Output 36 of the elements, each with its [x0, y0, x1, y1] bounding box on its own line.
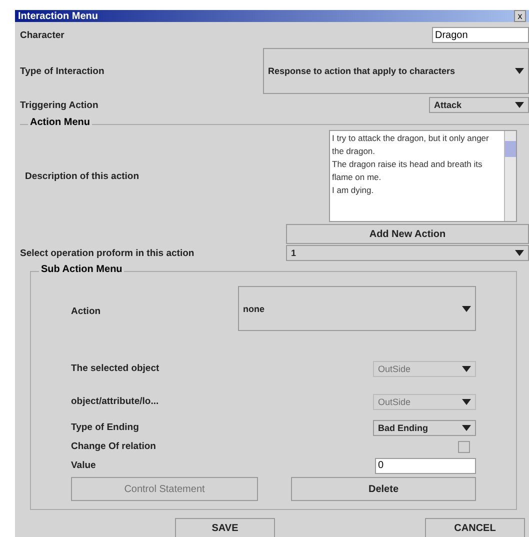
caret-icon — [462, 306, 471, 312]
character-field[interactable]: Dragon — [432, 27, 529, 43]
group-title: Sub Action Menu — [39, 264, 124, 275]
group-title: Action Menu — [28, 117, 92, 128]
action-button[interactable]: Delete — [291, 477, 476, 501]
action-dropdown[interactable]: none — [238, 286, 476, 331]
value-field[interactable]: 0 — [375, 458, 476, 474]
field-label: Type of Ending — [71, 422, 139, 433]
interaction-type-dropdown[interactable]: Response to action that apply to characters — [263, 48, 529, 94]
field-label: Description of this action — [25, 170, 140, 182]
field-label: object/attribute/lo... — [71, 396, 159, 407]
field-label: Type of Interaction — [20, 66, 104, 76]
dropdown[interactable]: Bad Ending — [373, 420, 476, 436]
window-title: Interaction Menu — [18, 10, 98, 22]
caret-icon — [462, 424, 471, 430]
caret-icon — [515, 250, 524, 256]
field-label: Character — [20, 30, 64, 40]
checkbox[interactable] — [458, 440, 470, 452]
field-label: Value — [71, 460, 96, 471]
save-button[interactable]: SAVE — [175, 518, 275, 537]
caret-icon — [462, 366, 471, 372]
caret-icon — [515, 68, 524, 74]
caret-icon — [515, 102, 524, 108]
close-button[interactable]: x — [514, 10, 526, 22]
operation-dropdown[interactable]: 1 — [286, 245, 529, 261]
field-label: Change Of relation — [71, 441, 156, 452]
field-label: Action — [71, 306, 101, 317]
triggering-action-dropdown[interactable]: Attack — [429, 97, 529, 113]
field-label: Select operation proform in this action — [20, 248, 194, 258]
cancel-button[interactable]: CANCEL — [425, 518, 525, 537]
add-action-button[interactable]: Add New Action — [286, 224, 529, 244]
field-label: The selected object — [71, 363, 160, 374]
caret-icon — [462, 398, 471, 404]
field-label: Triggering Action — [20, 100, 98, 110]
scrollbar[interactable] — [504, 131, 516, 221]
description-field[interactable]: I try to attack the dragon, but it only anger the dragon. The dragon raise its head and breath its flame on me. I am dying. — [329, 130, 517, 222]
